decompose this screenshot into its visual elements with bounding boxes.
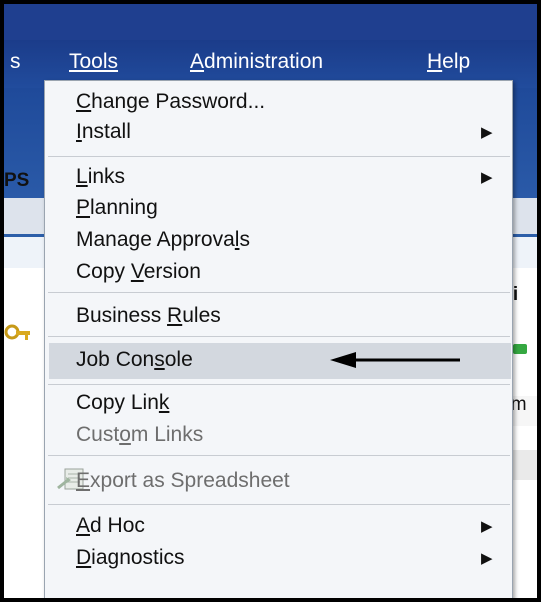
menu-item-label: lanning — [90, 196, 158, 219]
menu-item-label: s — [239, 228, 250, 251]
menubar-item-help[interactable]: Help — [427, 48, 470, 76]
menubar-item-administration[interactable]: Administration — [190, 48, 323, 76]
menu-item-label: Cust — [76, 423, 120, 446]
access-key: D — [76, 546, 92, 569]
menu-separator — [48, 292, 510, 293]
menu-item-label: m Links — [130, 423, 204, 446]
access-key: C — [76, 90, 92, 113]
submenu-arrow-icon: ▶ — [481, 124, 493, 141]
menubar-item-help-rest: elp — [442, 50, 471, 73]
menu-item-label: Copy — [76, 260, 131, 283]
menu-item-export-spreadsheet: Export as Spreadsheet — [76, 468, 290, 494]
submenu-arrow-icon: ▶ — [481, 550, 493, 567]
access-key: A — [76, 514, 91, 537]
menu-item-label: Job Con — [76, 348, 155, 371]
menu-item-label: Copy Lin — [76, 391, 159, 414]
menu-item-job-console[interactable]: Job Console — [76, 347, 193, 373]
menu-item-label: iagnostics — [91, 546, 185, 569]
submenu-arrow-icon: ▶ — [481, 518, 493, 535]
menu-separator — [48, 504, 510, 505]
access-key: P — [76, 196, 91, 219]
access-key: o — [119, 423, 131, 446]
menu-item-change-password[interactable]: Change Password... — [76, 89, 265, 115]
menu-separator — [48, 336, 510, 337]
menu-item-label: xport as Spreadsheet — [90, 469, 290, 492]
submenu-arrow-icon: ▶ — [481, 169, 493, 186]
menu-separator — [48, 455, 510, 456]
menu-item-business-rules[interactable]: Business Rules — [76, 303, 221, 329]
access-key: L — [76, 165, 88, 188]
access-key: V — [130, 260, 144, 283]
menu-item-ad-hoc[interactable]: Ad Hoc — [76, 513, 145, 539]
access-key: k — [158, 391, 170, 414]
menu-item-label: nstall — [81, 120, 131, 143]
menu-item-label: d Hoc — [90, 514, 145, 537]
access-key-h: H — [427, 50, 443, 73]
menubar-item-partial[interactable]: s — [10, 48, 21, 76]
menu-item-diagnostics[interactable]: Diagnostics — [76, 545, 185, 571]
background-label-fragment: PS — [4, 170, 30, 191]
access-key: R — [167, 304, 183, 327]
menu-separator — [48, 384, 510, 385]
menu-item-label: Business — [76, 304, 168, 327]
access-key: s — [154, 348, 165, 371]
menu-item-copy-link[interactable]: Copy Link — [76, 390, 169, 416]
menu-item-custom-links: Custom Links — [76, 422, 203, 448]
status-indicator-icon — [513, 344, 527, 354]
menu-item-label: ules — [182, 304, 221, 327]
menu-item-manage-approvals[interactable]: Manage Approvals — [76, 227, 250, 253]
menu-item-label: ersion — [143, 260, 201, 283]
menu-item-label: inks — [87, 165, 126, 188]
key-icon — [4, 324, 30, 340]
menu-item-install[interactable]: Install — [76, 119, 131, 145]
menu-item-label: Manage Approva — [76, 228, 235, 251]
menu-item-copy-version[interactable]: Copy Version — [76, 259, 201, 285]
menu-separator — [48, 156, 510, 157]
screenshot-frame: s Tools Administration Help PS pli lam C… — [0, 0, 541, 602]
pointer-arrow-icon — [330, 352, 460, 368]
access-key-a: A — [190, 50, 205, 73]
menubar-item-administration-rest: dministration — [204, 50, 324, 73]
menu-item-planning[interactable]: Planning — [76, 195, 158, 221]
menu-item-label: hange Password... — [91, 90, 266, 113]
menu-item-label: ole — [164, 348, 193, 371]
menubar-item-tools[interactable]: Tools — [69, 48, 118, 76]
menu-item-links[interactable]: Links — [76, 164, 125, 190]
title-strip — [4, 4, 537, 40]
access-key: E — [76, 469, 91, 492]
